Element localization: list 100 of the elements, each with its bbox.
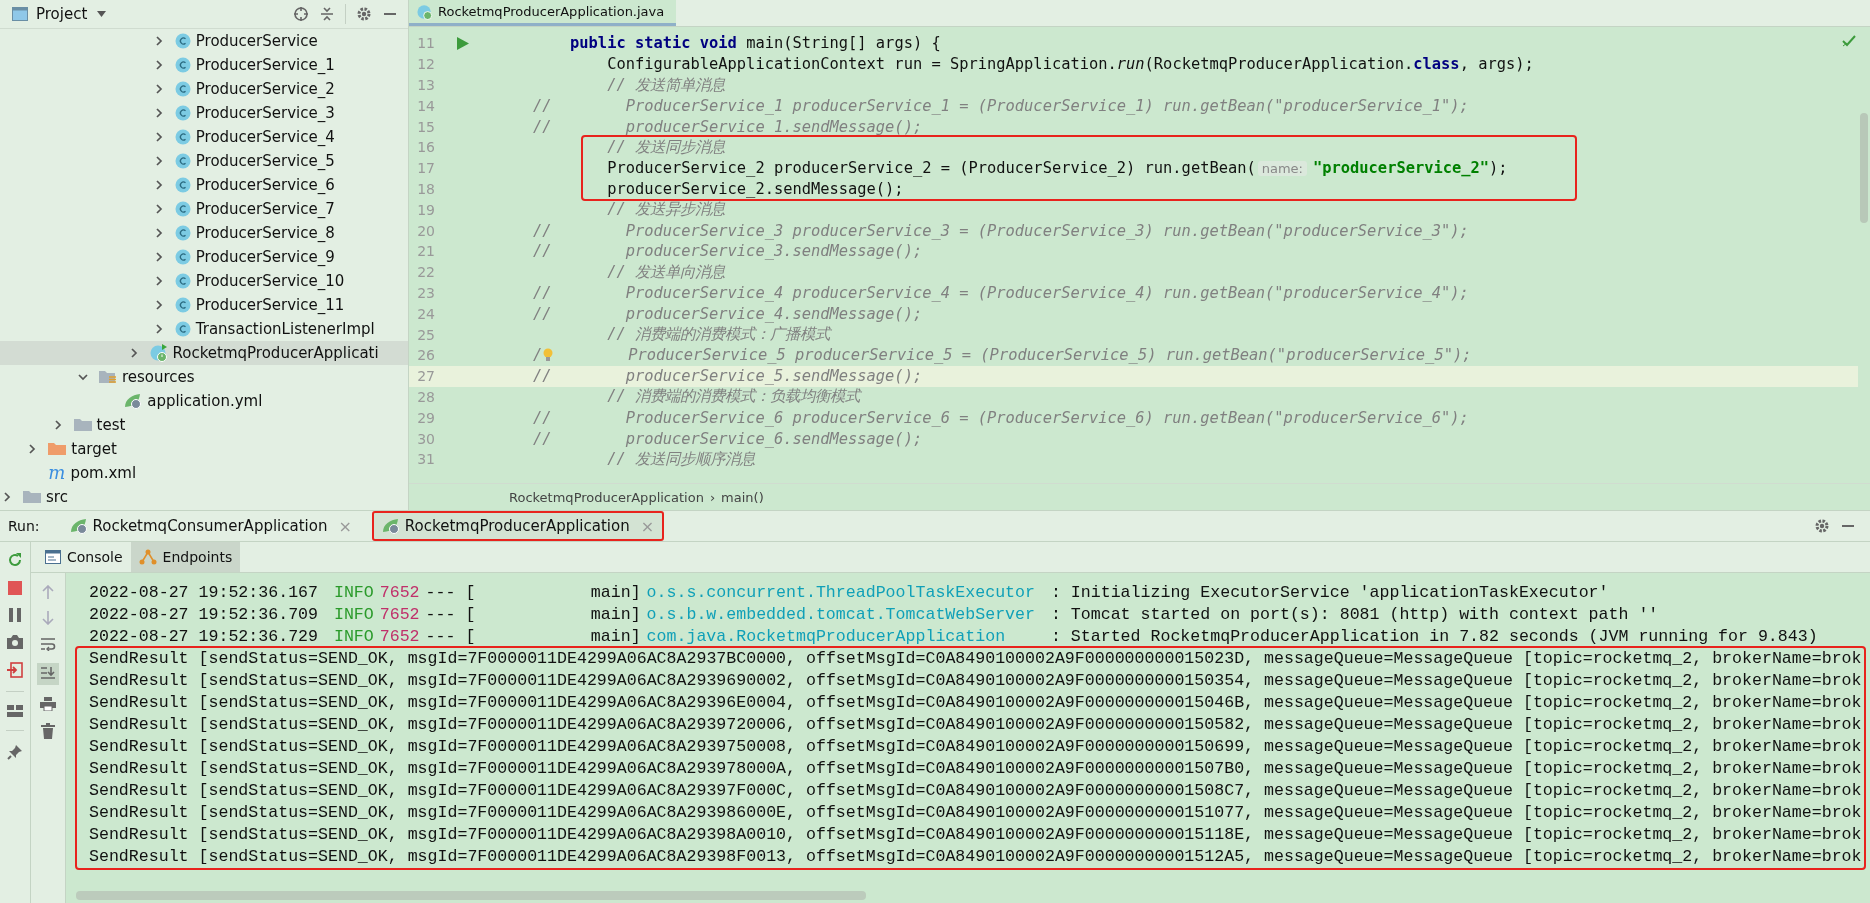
rerun-icon[interactable] xyxy=(7,552,23,568)
tree-item[interactable]: ProducerService_10 xyxy=(0,269,408,293)
logger-name: o.s.s.concurrent.ThreadPoolTaskExecutor xyxy=(646,582,1036,602)
tree-item[interactable]: ProducerService_6 xyxy=(0,173,408,197)
breadcrumb-item[interactable]: RocketmqProducerApplication xyxy=(509,489,704,505)
tree-item[interactable]: application.yml xyxy=(0,389,408,413)
tree-item[interactable]: ProducerService_7 xyxy=(0,197,408,221)
log-text: SendResult [sendStatus=SEND_OK, msgId=7F0000011DE4299A06AC8A2937BC0000, offsetMsgId=C0A8490100002A9F000000000015023D, messageQueue=MessageQueue [topic=rocketmq_2, brokerName=brok xyxy=(89,648,1862,668)
chevron-right-icon[interactable] xyxy=(153,84,164,94)
locate-icon[interactable] xyxy=(293,6,309,22)
settings-icon[interactable] xyxy=(356,6,372,22)
chevron-right-icon[interactable] xyxy=(153,252,164,262)
tree-item[interactable]: ProducerService xyxy=(0,29,408,53)
trash-icon[interactable] xyxy=(41,723,55,739)
chevron-right-icon[interactable] xyxy=(153,180,164,190)
tree-item[interactable]: RocketmqProducerApplicati xyxy=(0,341,408,365)
tree-item[interactable]: ProducerService_1 xyxy=(0,53,408,77)
run-tab[interactable]: RocketmqConsumerApplication × xyxy=(59,511,362,541)
tree-item[interactable]: ProducerService_2 xyxy=(0,77,408,101)
tree-item[interactable]: ProducerService_3 xyxy=(0,101,408,125)
settings-icon[interactable] xyxy=(1814,518,1830,534)
class-icon xyxy=(174,249,191,265)
code-text: (RocketmqProducerApplication. xyxy=(1144,55,1414,74)
tree-item[interactable]: m pom.xml xyxy=(0,461,408,485)
checkmark-icon xyxy=(1842,35,1856,47)
run-tab[interactable]: RocketmqProducerApplication × xyxy=(371,511,665,541)
logger-name: com.java.RocketmqProducerApplication xyxy=(646,626,1007,646)
log-text: : Tomcat started on port(s): 8081 (http) with context path '' xyxy=(1050,604,1659,624)
chevron-down-icon[interactable] xyxy=(77,372,88,382)
tree-item[interactable]: ProducerService_4 xyxy=(0,125,408,149)
comment: // ProducerService_6 producerService_6 = (ProducerService_6) run.getBean("producerService_6"); xyxy=(533,408,1469,427)
tree-label: ProducerService_7 xyxy=(195,200,335,218)
soft-wrap-icon[interactable] xyxy=(40,637,56,651)
chevron-right-icon[interactable] xyxy=(153,228,164,238)
line-number: 28 xyxy=(416,388,435,405)
run-icon[interactable] xyxy=(457,36,469,50)
tree-item[interactable]: ProducerService_5 xyxy=(0,149,408,173)
scroll-to-end-icon[interactable] xyxy=(37,663,59,685)
pin-icon[interactable] xyxy=(7,744,23,760)
comment: // producerService_6.sendMessage(); xyxy=(533,429,923,448)
chevron-right-icon[interactable] xyxy=(128,348,139,358)
log-text: --- [ xyxy=(425,582,476,602)
log-text: SendResult [sendStatus=SEND_OK, msgId=7F0000011DE4299A06AC8A29397F000C, offsetMsgId=C0A8490100002A9F00000000001508C7, messageQueue=MessageQueue [topic=rocketmq_2, brokerName=brok xyxy=(89,780,1862,800)
chevron-right-icon[interactable] xyxy=(153,156,164,166)
keyword: class xyxy=(1413,55,1460,74)
chevron-right-icon[interactable] xyxy=(27,444,38,454)
dropdown-caret-icon[interactable] xyxy=(97,11,107,17)
tree-label: TransactionListenerImpl xyxy=(195,320,375,338)
panel-title[interactable]: Project xyxy=(36,5,88,23)
tree-item[interactable]: TransactionListenerImpl xyxy=(0,317,408,341)
exit-icon[interactable] xyxy=(7,662,23,678)
print-icon[interactable] xyxy=(40,697,56,711)
tree-item[interactable]: test xyxy=(0,413,408,437)
layout-icon[interactable] xyxy=(7,705,23,717)
pause-icon[interactable] xyxy=(9,608,21,622)
tree-item[interactable]: ProducerService_9 xyxy=(0,245,408,269)
comment: ProducerService_5 producerService_5 = (ProducerService_5) run.getBean("producerService_5"); xyxy=(627,346,1472,365)
line-number: 29 xyxy=(416,409,435,426)
chevron-right-icon[interactable] xyxy=(153,132,164,142)
log-text: SendResult [sendStatus=SEND_OK, msgId=7F0000011DE4299A06AC8A2939690002, offsetMsgId=C0A8490100002A9F0000000000150354, messageQueue=MessageQueue [topic=rocketmq_2, brokerName=brok xyxy=(89,670,1862,690)
chevron-right-icon[interactable] xyxy=(52,420,63,430)
chevron-right-icon[interactable] xyxy=(153,108,164,118)
log-text: SendResult [sendStatus=SEND_OK, msgId=7F0000011DE4299A06AC8A2939750008, offsetMsgId=C0A8490100002A9F0000000000150699, messageQueue=MessageQueue [topic=rocketmq_2, brokerName=brok xyxy=(89,736,1862,756)
line-number: 11 xyxy=(416,35,435,52)
tree-label: pom.xml xyxy=(70,464,137,482)
camera-icon[interactable] xyxy=(7,635,23,649)
comment: // 发送单向消息 xyxy=(606,261,725,283)
tree-label: ProducerService_1 xyxy=(195,56,335,74)
line-number: 23 xyxy=(416,284,435,301)
comment: // ProducerService_4 producerService_4 = (ProducerService_4) run.getBean("producerService_4"); xyxy=(533,283,1469,302)
line-number: 17 xyxy=(416,160,435,177)
scrollbar-thumb[interactable] xyxy=(1860,113,1868,223)
editor-tab[interactable]: RocketmqProducerApplication.java xyxy=(409,0,677,26)
collapse-all-icon[interactable] xyxy=(319,6,335,22)
scrollbar-thumb[interactable] xyxy=(76,891,866,900)
tree-item[interactable]: resources xyxy=(0,365,408,389)
tree-item[interactable]: src xyxy=(0,485,408,509)
chevron-right-icon[interactable] xyxy=(153,324,164,334)
breadcrumb-separator: › xyxy=(709,489,716,505)
breadcrumb-item[interactable]: main() xyxy=(721,489,764,505)
chevron-right-icon[interactable] xyxy=(153,276,164,286)
comment: / xyxy=(533,346,543,365)
chevron-right-icon[interactable] xyxy=(153,300,164,310)
chevron-right-icon[interactable] xyxy=(2,492,12,502)
chevron-right-icon[interactable] xyxy=(153,36,164,46)
chevron-right-icon[interactable] xyxy=(153,204,164,214)
tree-item[interactable]: ProducerService_8 xyxy=(0,221,408,245)
class-icon xyxy=(174,153,191,169)
log-text: SendResult [sendStatus=SEND_OK, msgId=7F0000011DE4299A06AC8A2939720006, offsetMsgId=C0A8490100002A9F0000000000150582, messageQueue=MessageQueue [topic=rocketmq_2, brokerName=brok xyxy=(89,714,1862,734)
tree-item[interactable]: ProducerService_11 xyxy=(0,293,408,317)
tree-item[interactable]: target xyxy=(0,437,408,461)
tree-label: ProducerService xyxy=(195,32,318,50)
comment: // producerService_1.sendMessage(); xyxy=(533,117,923,136)
endpoints-icon xyxy=(138,549,157,565)
chevron-right-icon[interactable] xyxy=(153,60,164,70)
console-tab[interactable]: Console xyxy=(37,542,131,572)
log-timestamp: 2022-08-27 19:52:36.167 xyxy=(89,582,319,602)
class-icon xyxy=(174,57,191,73)
line-number: 18 xyxy=(416,180,435,197)
console-tab[interactable]: Endpoints xyxy=(130,542,241,572)
